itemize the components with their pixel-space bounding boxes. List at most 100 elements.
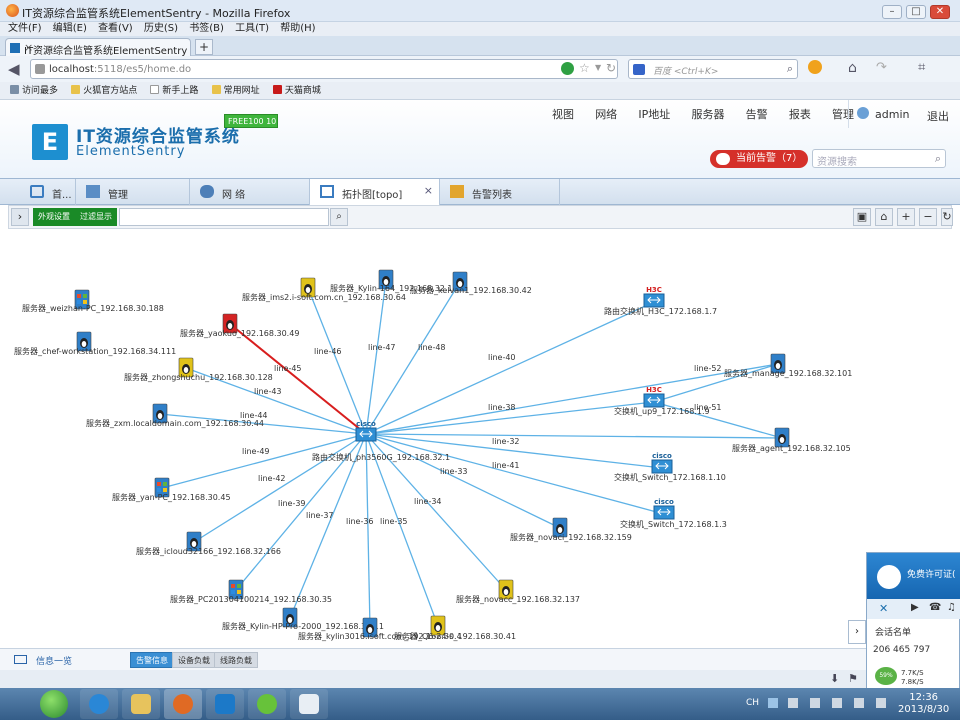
site-identity-icon[interactable] bbox=[35, 64, 45, 74]
topology-node-sw13[interactable]: cisco 交换机_Switch_172.168.1.3 bbox=[620, 498, 727, 529]
close-window-button[interactable]: ✕ bbox=[930, 5, 950, 19]
topology-node-h3c701[interactable]: H3C 路由交换机_H3C_172.168.1.7 bbox=[604, 286, 717, 316]
topology-node-weizhan[interactable]: 服务器_weizhan-PC_192.168.30.188 bbox=[22, 289, 164, 313]
topology-node-chef[interactable]: 服务器_chef-workstation_192.168.34.111 bbox=[14, 331, 176, 356]
taskbar-teamviewer[interactable] bbox=[206, 689, 244, 719]
volume-icon[interactable] bbox=[810, 698, 820, 708]
search-icon[interactable]: ⌕ bbox=[787, 62, 793, 76]
nav-report[interactable]: 报表 bbox=[789, 106, 811, 122]
crop-icon[interactable]: ⌗ bbox=[918, 60, 925, 75]
tray-icon[interactable] bbox=[854, 698, 864, 708]
go-icon[interactable] bbox=[561, 62, 574, 75]
bookmark-most-visited[interactable]: 访问最多 bbox=[10, 82, 58, 100]
bookmark-getting-started[interactable]: 新手上路 bbox=[150, 82, 198, 100]
new-tab-button[interactable]: + bbox=[195, 39, 213, 55]
taskbar-firefox[interactable] bbox=[164, 689, 202, 719]
tab-manage[interactable]: 管理 bbox=[76, 179, 190, 205]
menu-help[interactable]: 帮助(H) bbox=[280, 22, 315, 36]
topology-link[interactable] bbox=[365, 279, 387, 435]
web-search-box[interactable]: 百度 <Ctrl+K> ⌕ bbox=[628, 59, 798, 79]
bookmark-firefox-site[interactable]: 火狐官方站点 bbox=[71, 82, 137, 100]
nav-server[interactable]: 服务器 bbox=[691, 106, 724, 122]
start-button[interactable] bbox=[40, 690, 68, 718]
topology-link[interactable] bbox=[365, 433, 371, 629]
tray-icon[interactable] bbox=[876, 698, 886, 708]
topology-link[interactable] bbox=[307, 287, 367, 435]
download-icon[interactable]: ⬇ bbox=[830, 672, 839, 685]
topology-link[interactable] bbox=[365, 363, 779, 435]
close-tab-icon[interactable]: × bbox=[24, 41, 185, 54]
user-name[interactable]: admin bbox=[875, 108, 909, 121]
topology-node-pc2013[interactable]: 服务器_PC201304100214_192.168.30.35 bbox=[170, 579, 332, 604]
input-method-indicator[interactable]: CH bbox=[746, 698, 759, 708]
topology-node-novaci[interactable]: 服务器_novaci_192.168.32.159 bbox=[510, 517, 632, 542]
topology-canvas[interactable]: line-46 line-47 line-48 line-40 line-45 line-… bbox=[8, 230, 952, 648]
filter-search-button[interactable]: ⌕ bbox=[330, 208, 348, 226]
appearance-settings-button[interactable]: 外观设置 bbox=[33, 208, 75, 226]
nav-alarm[interactable]: 告警 bbox=[746, 106, 768, 122]
filter-display-button[interactable]: 过滤显示 bbox=[75, 208, 117, 226]
menu-tools[interactable]: 工具(T) bbox=[235, 22, 269, 36]
topology-link[interactable] bbox=[365, 433, 783, 439]
tab-home[interactable]: 首... bbox=[20, 179, 76, 205]
taskbar-ie[interactable] bbox=[80, 689, 118, 719]
topology-link[interactable] bbox=[365, 281, 461, 435]
taskbar-explorer[interactable] bbox=[122, 689, 160, 719]
system-clock[interactable]: 12:36 2013/8/30 bbox=[898, 692, 949, 716]
logout-link[interactable]: 退出 bbox=[927, 108, 949, 124]
topology-node-novacc[interactable]: 服务器_novacc_192.168.32.137 bbox=[456, 579, 580, 604]
topology-node-yan[interactable]: 服务器_yan-PC_192.168.30.45 bbox=[112, 477, 231, 502]
menu-file[interactable]: 文件(F) bbox=[8, 22, 42, 36]
topology-link[interactable] bbox=[193, 433, 367, 543]
redo-icon[interactable]: ↷ bbox=[876, 60, 887, 75]
home-icon[interactable]: ⌂ bbox=[875, 208, 893, 226]
topology-node-zhongshu[interactable]: 服务器_zhongshuchu_192.168.30.128 bbox=[124, 357, 273, 382]
addon-icon[interactable] bbox=[808, 60, 822, 74]
menu-bookmarks[interactable]: 书签(B) bbox=[189, 22, 224, 36]
phone-icon[interactable]: ☎ bbox=[929, 602, 941, 613]
search-icon[interactable]: ⌕ bbox=[935, 152, 941, 166]
topology-link[interactable] bbox=[365, 433, 561, 529]
close-tab-icon[interactable]: × bbox=[424, 184, 433, 197]
url-bar[interactable]: localhost:5118/es5/home.do ☆ ▼ ↻ bbox=[30, 59, 618, 79]
topology-node-kylinhp[interactable]: 服务器_Kylin-HP-Pro-2000_192.168.30.11 bbox=[222, 607, 384, 631]
nav-ip-address[interactable]: IP地址 bbox=[638, 106, 670, 122]
topology-node-q6[interactable]: 服务器_Q6-24-s_192.168.30.41 bbox=[394, 615, 516, 641]
tab-device-load[interactable]: 设备负载 bbox=[172, 652, 216, 668]
topology-node-manage[interactable]: 服务器_manage_192.168.32.101 bbox=[724, 353, 852, 378]
session-list-label[interactable]: 会话名单 bbox=[875, 625, 911, 638]
tab-alarm-info[interactable]: 告警信息 bbox=[130, 652, 174, 668]
tab-alarm-list[interactable]: 告警列表 bbox=[440, 179, 560, 205]
menu-view[interactable]: 查看(V) bbox=[98, 22, 133, 36]
browser-tab[interactable]: IT资源综合监管系统ElementSentry × bbox=[5, 38, 191, 57]
url-dropdown-icon[interactable]: ▼ bbox=[595, 63, 601, 72]
maximize-button[interactable]: □ bbox=[906, 5, 926, 19]
teamviewer-expand-button[interactable]: › bbox=[848, 620, 866, 644]
minimize-button[interactable]: – bbox=[882, 5, 902, 19]
close-icon[interactable]: ✕ bbox=[879, 602, 888, 615]
back-icon[interactable]: ◀ bbox=[8, 60, 20, 78]
topology-link[interactable] bbox=[365, 433, 439, 627]
bookmark-tmall[interactable]: 天猫商城 bbox=[272, 82, 321, 100]
flag-icon[interactable]: ⚑ bbox=[848, 672, 858, 685]
menu-history[interactable]: 历史(S) bbox=[144, 22, 178, 36]
nav-network[interactable]: 网络 bbox=[595, 106, 617, 122]
keyboard-icon[interactable] bbox=[768, 698, 778, 708]
reload-icon[interactable]: ↻ bbox=[606, 61, 616, 75]
taskbar-app[interactable] bbox=[248, 689, 286, 719]
topology-node-yaokuo[interactable]: 服务器_yaokuo_192.168.30.49 bbox=[180, 313, 299, 338]
current-alarm-button[interactable]: 当前告警（7） bbox=[710, 150, 808, 168]
topology-node-sw110[interactable]: cisco 交换机_Switch_172.168.1.10 bbox=[614, 452, 726, 482]
topology-node-agent[interactable]: 服务器_agent_192.168.32.105 bbox=[732, 427, 851, 453]
taskbar-window[interactable] bbox=[290, 689, 328, 719]
bookmark-star-icon[interactable]: ☆ bbox=[579, 61, 590, 75]
tab-line-load[interactable]: 线路负载 bbox=[214, 652, 258, 668]
filter-input[interactable] bbox=[119, 208, 329, 226]
expand-panel-button[interactable]: › bbox=[11, 208, 29, 226]
info-overview-link[interactable]: 信息一览 bbox=[36, 654, 72, 667]
home-icon[interactable]: ⌂ bbox=[848, 60, 857, 76]
video-icon[interactable]: ▶ bbox=[911, 602, 919, 613]
menu-edit[interactable]: 编辑(E) bbox=[53, 22, 87, 36]
tray-icon[interactable] bbox=[832, 698, 842, 708]
bookmark-common-sites[interactable]: 常用网址 bbox=[211, 82, 260, 100]
